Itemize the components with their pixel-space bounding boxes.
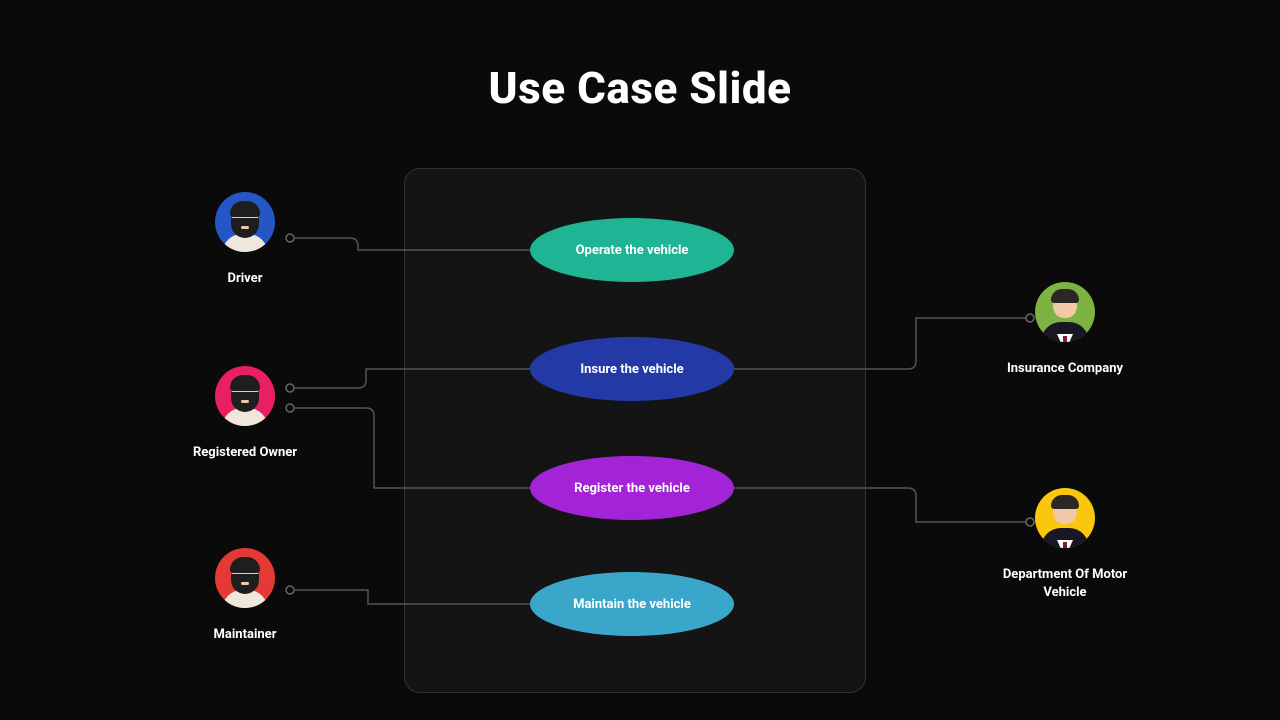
usecase-label: Insure the vehicle [580, 362, 683, 377]
avatar-icon [215, 192, 275, 252]
actor-label: Registered Owner [193, 444, 297, 462]
actor-label: Maintainer [214, 626, 277, 644]
avatar-icon [1035, 282, 1095, 342]
actor-label: Driver [228, 270, 263, 288]
usecase-label: Maintain the vehicle [573, 597, 691, 612]
usecase-label: Register the vehicle [574, 481, 690, 496]
actor-maintainer: Maintainer [170, 548, 320, 644]
actor-driver: Driver [170, 192, 320, 288]
avatar-icon [215, 548, 275, 608]
actor-owner: Registered Owner [170, 366, 320, 462]
usecase-maintain: Maintain the vehicle [530, 572, 734, 636]
usecase-register: Register the vehicle [530, 456, 734, 520]
avatar-icon [215, 366, 275, 426]
usecase-operate: Operate the vehicle [530, 218, 734, 282]
actor-insurance: Insurance Company [990, 282, 1140, 378]
actor-label: Department Of Motor Vehicle [990, 566, 1140, 601]
slide-title: Use Case Slide [0, 62, 1280, 114]
usecase-label: Operate the vehicle [576, 243, 689, 258]
actor-label: Insurance Company [1007, 360, 1123, 378]
usecase-insure: Insure the vehicle [530, 337, 734, 401]
actor-dmv: Department Of Motor Vehicle [990, 488, 1140, 601]
avatar-icon [1035, 488, 1095, 548]
